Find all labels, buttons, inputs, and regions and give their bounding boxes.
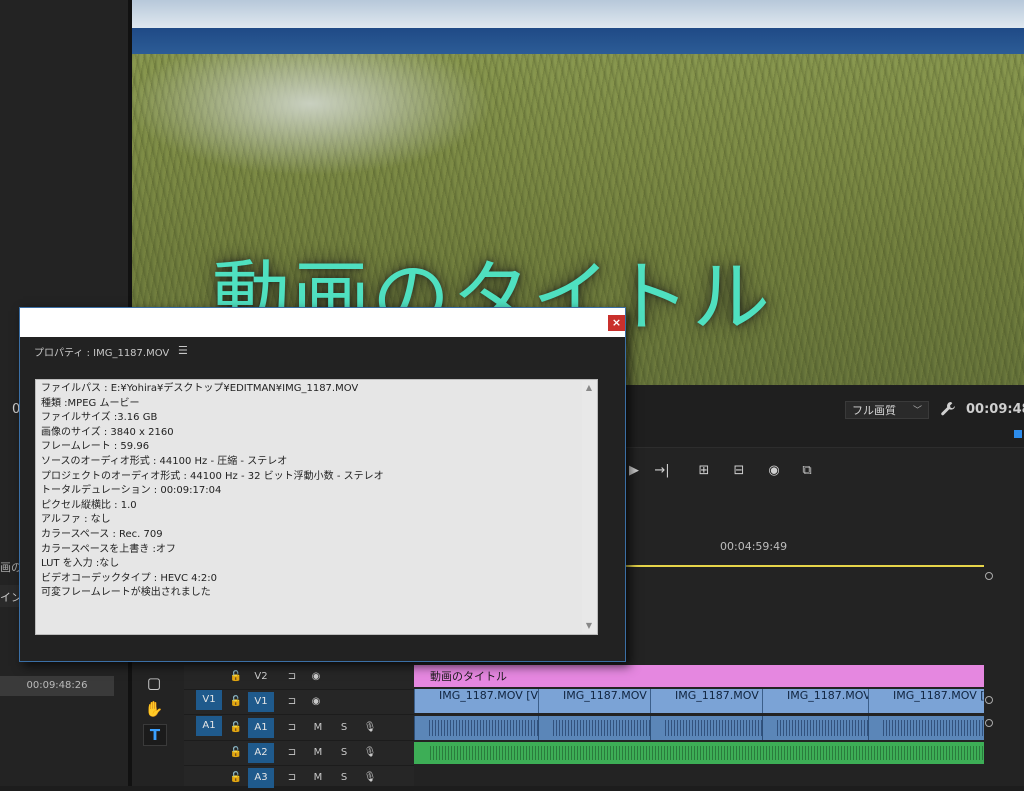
rectangle-tool-icon[interactable]: ▢ [143,673,165,693]
lock-icon[interactable]: 🔓 [228,692,244,712]
audio-clip[interactable] [868,716,984,740]
properties-text-area[interactable]: ファイルパス : E:¥Yohira¥デスクトップ¥EDITMAN¥IMG_11… [35,379,598,635]
solo-button[interactable]: S [336,718,352,738]
property-line: カラースペースを上書き :オフ [41,543,176,555]
scroll-up-icon[interactable]: ▲ [584,383,594,393]
scrollbar[interactable]: ▲ ▼ [582,381,596,633]
audio-clip[interactable] [650,716,762,740]
sync-lock-icon[interactable]: ⊐ [284,743,300,763]
hamburger-menu-icon[interactable]: ☰ [178,344,188,357]
scroll-handle[interactable] [985,572,993,580]
microphone-icon[interactable]: 🎙 [362,743,378,763]
audio-clip[interactable] [414,716,538,740]
property-line: 画像のサイズ : 3840 x 2160 [41,426,174,438]
waveform [429,720,538,736]
microphone-icon[interactable]: 🎙 [362,718,378,738]
track-label[interactable]: A1 [248,718,274,738]
track-label[interactable]: V1 [248,692,274,712]
mute-button[interactable]: M [310,718,326,738]
video-sky [132,0,1024,28]
property-line: ビデオコーデックタイプ : HEVC 4:2:0 [41,572,217,584]
chevron-down-icon: ﹀ [912,406,922,416]
waveform [883,720,984,736]
mute-button[interactable]: M [310,743,326,763]
export-frame-icon[interactable]: ◉ [764,462,784,480]
track-row-a2: 🔓 A2 ⊐ M S 🎙 [184,741,414,766]
lock-icon[interactable]: 🔓 [228,768,244,788]
program-timecode: 00:09:48: [966,402,1024,417]
property-line: LUT を入力 :なし [41,558,120,570]
audio-clip[interactable] [538,716,650,740]
solo-button[interactable]: S [336,743,352,763]
property-line: プロジェクトのオーディオ形式 : 44100 Hz - 32 ビット浮動小数 -… [41,470,384,482]
track-row-a3: 🔓 A3 ⊐ M S 🎙 [184,766,414,791]
property-line: フレームレート : 59.96 [41,441,150,453]
property-line: アルファ : なし [41,514,111,526]
close-button[interactable]: × [608,315,625,331]
source-patch[interactable]: V1 [196,690,222,710]
waveform [665,720,762,736]
property-line: ファイルパス : E:¥Yohira¥デスクトップ¥EDITMAN¥IMG_11… [41,383,359,394]
playhead-marker[interactable] [1014,430,1022,438]
hand-tool-icon[interactable]: ✋ [143,699,165,719]
sync-lock-icon[interactable]: ⊐ [284,718,300,738]
property-line: 種類 :MPEG ムービー [41,397,140,409]
lock-icon[interactable]: 🔓 [228,743,244,763]
sync-lock-icon[interactable]: ⊐ [284,667,300,687]
title-clip-label: 動画のタイトル [430,670,507,683]
lock-icon[interactable]: 🔓 [228,718,244,738]
properties-lines: ファイルパス : E:¥Yohira¥デスクトップ¥EDITMAN¥IMG_11… [41,382,581,601]
ruler-timecode: 00:04:59:49 [720,540,788,553]
property-line: ピクセル縦横比 : 1.0 [41,499,137,511]
property-line: 可変フレームレートが検出されました [41,587,211,599]
track-row-v1: V1 🔓 V1 ⊐ ◉ [184,690,414,715]
video-clip[interactable]: IMG_1187.MOV [ [868,689,984,713]
microphone-icon[interactable]: 🎙 [362,768,378,788]
lock-icon[interactable]: 🔓 [228,667,244,687]
panel-title: プロパティ : IMG_1187.MOV [34,348,170,359]
mute-button[interactable]: M [310,768,326,788]
playback-resolution-value: フル画質 [852,404,896,417]
video-sea [132,28,1024,54]
video-clip[interactable]: IMG_1187.MOV [762,689,868,713]
sync-lock-icon[interactable]: ⊐ [284,768,300,788]
property-line: カラースペース : Rec. 709 [41,528,163,540]
type-tool-icon[interactable]: T [143,724,167,746]
property-line: ソースのオーディオ形式 : 44100 Hz - 圧縮 - ステレオ [41,455,288,467]
eye-icon[interactable]: ◉ [308,667,324,687]
property-line: ファイルサイズ :3.16 GB [41,412,158,424]
video-clip[interactable]: IMG_1187.MOV [ [650,689,762,713]
wrench-icon[interactable] [940,401,956,417]
waveform [553,720,650,736]
compare-icon[interactable]: ⧉ [797,462,817,480]
audio-clip[interactable] [762,716,868,740]
project-duration: 00:09:48:26 [0,676,114,696]
overwrite-icon[interactable]: ⊟ [729,462,749,480]
dialog-titlebar[interactable] [20,308,625,337]
track-row-v2: 🔓 V2 ⊐ ◉ [184,665,414,690]
scroll-handle[interactable] [985,696,993,704]
property-line: トータルデュレーション : 00:09:17:04 [41,485,222,497]
scroll-down-icon[interactable]: ▼ [584,621,594,631]
waveform [430,746,984,760]
eye-icon[interactable]: ◉ [308,692,324,712]
track-label[interactable]: V2 [248,667,274,687]
source-patch[interactable]: A1 [196,716,222,736]
video-clip[interactable]: IMG_1187.MOV [ [538,689,650,713]
solo-button[interactable]: S [336,768,352,788]
video-clip[interactable]: IMG_1187.MOV [V] [414,689,538,713]
play-icon[interactable]: ▶ [624,462,644,480]
properties-dialog: × プロパティ : IMG_1187.MOV ☰ ファイルパス : E:¥Yoh… [19,307,626,662]
insert-icon[interactable]: ⊞ [694,462,714,480]
sync-lock-icon[interactable]: ⊐ [284,692,300,712]
waveform [777,720,868,736]
timeline-scrollbar[interactable] [984,570,994,786]
step-forward-icon[interactable]: →| [652,462,672,480]
scroll-handle[interactable] [985,719,993,727]
playback-resolution-select[interactable]: フル画質 ﹀ [845,401,929,419]
track-row-a1: A1 🔓 A1 ⊐ M S 🎙 [184,716,414,741]
track-label[interactable]: A3 [248,768,274,788]
track-label[interactable]: A2 [248,743,274,763]
